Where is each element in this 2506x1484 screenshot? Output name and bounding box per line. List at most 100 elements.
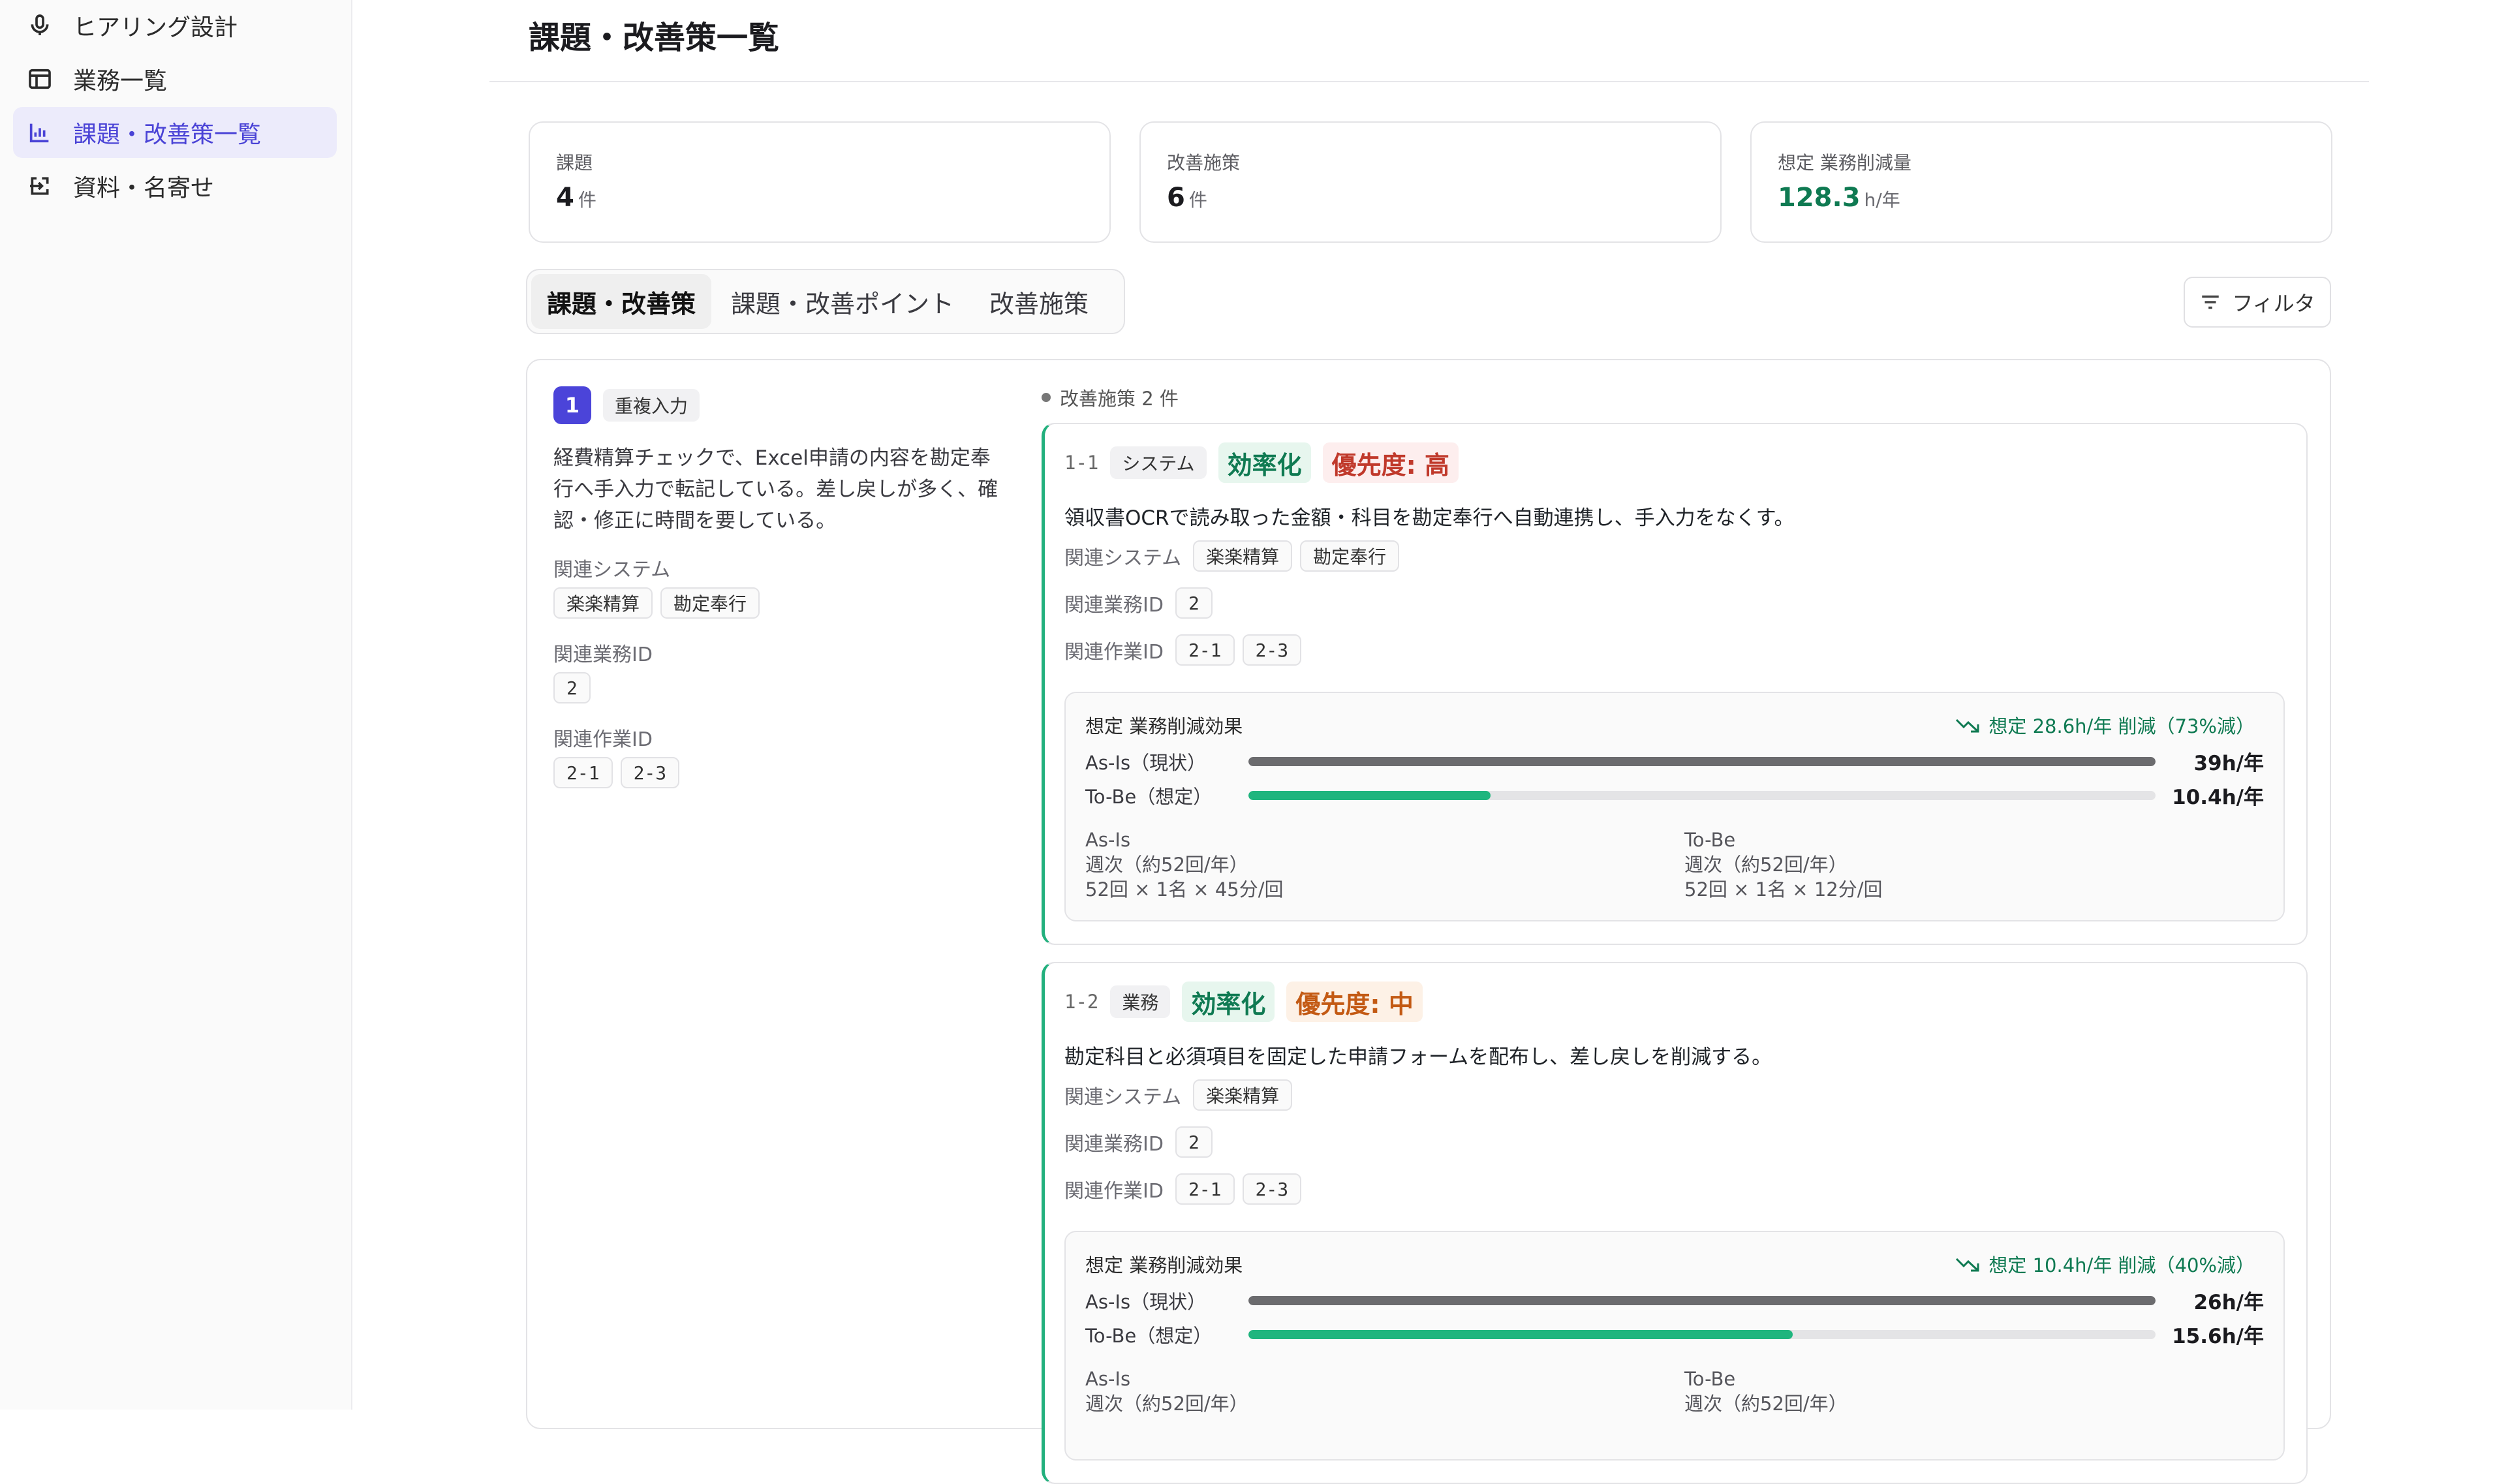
tobe-bar-label: To-Be（想定） xyxy=(1085,786,1213,808)
system-chip: 勘定奉行 xyxy=(660,587,760,619)
system-chip: 楽楽精算 xyxy=(553,587,653,619)
task-id-chip: 2-3 xyxy=(1242,1173,1302,1205)
issue-business-ids: 2 xyxy=(553,672,598,703)
issue-tag: 重複入力 xyxy=(603,389,700,422)
stat-label: 改善施策 xyxy=(1167,152,1241,174)
bar-chart-icon xyxy=(25,117,55,147)
asis-detail-title: As-Is xyxy=(1085,829,1131,851)
measure-business-ids-label: 関連業務ID xyxy=(1064,594,1164,617)
mic-icon xyxy=(25,10,55,40)
asis-bar-track xyxy=(1248,1296,2156,1305)
tab-measures[interactable]: 改善施策 xyxy=(974,274,1104,329)
tobe-detail-frequency: 週次（約52回/年） xyxy=(1684,854,1848,876)
asis-detail-frequency: 週次（約52回/年） xyxy=(1085,854,1248,876)
measures-count: 改善施策 2 件 xyxy=(1042,384,1179,411)
asis-detail: As-Is 週次（約52回/年） xyxy=(1085,1367,1248,1416)
asis-bar-label: As-Is（現状） xyxy=(1085,1291,1207,1313)
measure-systems-row: 関連システム 楽楽精算 xyxy=(1064,1079,1300,1111)
stat-unit: h/年 xyxy=(1864,189,1900,211)
measure-description: 領収書OCRで読み取った金額・科目を勘定奉行へ自動連携し、手入力をなくす。 xyxy=(1064,506,1795,530)
stat-label: 想定 業務削減量 xyxy=(1778,152,1911,174)
measure-task-ids-row: 関連作業ID 2-1 2-3 xyxy=(1064,634,1309,666)
sidebar-item-hearing[interactable]: ヒアリング設計 xyxy=(13,0,337,51)
asis-bar-track xyxy=(1248,757,2156,766)
table-icon xyxy=(25,64,55,94)
measure-type-tag: 業務 xyxy=(1110,985,1171,1018)
stat-label: 課題 xyxy=(556,152,593,174)
effect-summary: 想定 28.6h/年 削減（73%減） xyxy=(1955,711,2255,739)
effect-title: 想定 業務削減効果 xyxy=(1085,715,1243,737)
measure-card[interactable]: 1-1 システム 効率化 優先度: 高 領収書OCRで読み取った金額・科目を勘定… xyxy=(1042,423,2308,945)
measure-systems: 楽楽精算 勘定奉行 xyxy=(1193,540,1407,572)
stat-number: 128.3 xyxy=(1778,183,1861,213)
tab-issues-measures[interactable]: 課題・改善策 xyxy=(531,274,712,329)
sidebar-item-label: 業務一覧 xyxy=(73,68,168,95)
sidebar-item-business-list[interactable]: 業務一覧 xyxy=(13,54,337,104)
measure-card[interactable]: 1-2 業務 効率化 優先度: 中 勘定科目と必須項目を固定した申請フォームを配… xyxy=(1042,962,2308,1484)
trending-down-icon xyxy=(1956,1258,1979,1272)
sidebar-item-label: ヒアリング設計 xyxy=(73,14,238,41)
effect-title: 想定 業務削減効果 xyxy=(1085,1254,1243,1276)
stat-card-issues: 課題 4件 xyxy=(529,121,1111,243)
task-id-chip: 2-1 xyxy=(1175,1173,1235,1205)
reduction-effect-panel: 想定 業務削減効果 想定 28.6h/年 削減（73%減） As-Is（現状） … xyxy=(1064,692,2285,921)
measures-count-text: 改善施策 2 件 xyxy=(1060,388,1179,410)
issue-description: 経費精算チェックで、Excel申請の内容を勘定奉 行へ手入力で転記している。差し… xyxy=(553,442,1010,536)
issue-task-ids: 2-1 2-3 xyxy=(553,757,687,788)
measure-description: 勘定科目と必須項目を固定した申請フォームを配布し、差し戻しを削減する。 xyxy=(1064,1045,1772,1069)
asis-detail: As-Is 週次（約52回/年） 52回 × 1名 × 45分/回 xyxy=(1085,827,1284,902)
issue-card: 1 重複入力 経費精算チェックで、Excel申請の内容を勘定奉 行へ手入力で転記… xyxy=(526,359,2331,1484)
measure-systems-label: 関連システム xyxy=(1064,1086,1182,1109)
asis-bar-fill xyxy=(1248,757,2156,766)
view-tabs: 課題・改善策 課題・改善ポイント 改善施策 xyxy=(526,269,1125,334)
effect-summary-text: 想定 10.4h/年 削減（40%減） xyxy=(1988,1254,2255,1276)
measure-code: 1-1 xyxy=(1064,452,1099,474)
stat-value: 4件 xyxy=(556,183,596,213)
asis-detail-frequency: 週次（約52回/年） xyxy=(1085,1393,1248,1415)
asis-bar-value: 26h/年 xyxy=(2193,1291,2264,1314)
sidebar-item-documents[interactable]: 資料・名寄せ xyxy=(13,161,337,211)
asis-bar-value: 39h/年 xyxy=(2193,752,2264,775)
system-chip: 勘定奉行 xyxy=(1300,540,1400,572)
stat-number: 4 xyxy=(556,183,574,213)
stat-card-measures: 改善施策 6件 xyxy=(1139,121,1722,243)
issue-business-ids-label: 関連業務ID xyxy=(553,643,653,666)
measure-systems-row: 関連システム 楽楽精算 勘定奉行 xyxy=(1064,540,1407,572)
measure-task-ids-label: 関連作業ID xyxy=(1064,641,1164,664)
stat-value: 6件 xyxy=(1167,183,1207,213)
category-badge: 効率化 xyxy=(1218,442,1311,483)
sidebar: ヒアリング設計 業務一覧 課題・改善策一覧 資料・名寄せ xyxy=(0,0,352,1410)
tab-issue-points[interactable]: 課題・改善ポイント xyxy=(715,274,970,329)
stat-value: 128.3 h/年 xyxy=(1778,183,1900,213)
issue-number-badge: 1 xyxy=(553,386,591,424)
tobe-bar-track xyxy=(1248,791,2156,800)
sidebar-item-issues[interactable]: 課題・改善策一覧 xyxy=(13,107,337,158)
issue-systems-label: 関連システム xyxy=(553,559,671,581)
tobe-bar-value: 10.4h/年 xyxy=(2172,786,2264,809)
measure-code: 1-2 xyxy=(1064,991,1099,1013)
tobe-detail-frequency: 週次（約52回/年） xyxy=(1684,1393,1848,1415)
tobe-detail-title: To-Be xyxy=(1684,829,1736,851)
import-icon xyxy=(25,171,55,201)
stat-number: 6 xyxy=(1167,183,1185,213)
tobe-bar-label: To-Be（想定） xyxy=(1085,1325,1213,1347)
filter-label: フィルタ xyxy=(2232,291,2315,316)
asis-detail-calc: 52回 × 1名 × 45分/回 xyxy=(1085,878,1284,901)
issue-task-ids-label: 関連作業ID xyxy=(553,728,653,751)
measure-business-ids-row: 関連業務ID 2 xyxy=(1064,1126,1220,1158)
issue-description-line: 行へ手入力で転記している。差し戻しが多く、確 xyxy=(553,478,998,501)
measure-business-ids-row: 関連業務ID 2 xyxy=(1064,587,1220,619)
business-id-chip: 2 xyxy=(1175,1126,1213,1158)
issue-description-line: 認・修正に時間を要している。 xyxy=(553,509,837,533)
effect-summary-text: 想定 28.6h/年 削減（73%減） xyxy=(1988,715,2255,737)
header-divider xyxy=(489,81,2369,82)
filter-button[interactable]: フィルタ xyxy=(2184,277,2331,328)
measure-task-ids-label: 関連作業ID xyxy=(1064,1180,1164,1203)
trending-down-icon xyxy=(1956,719,1979,733)
effect-summary: 想定 10.4h/年 削減（40%減） xyxy=(1955,1250,2255,1278)
page-title: 課題・改善策一覧 xyxy=(529,20,780,56)
tobe-detail-title: To-Be xyxy=(1684,1368,1736,1390)
filter-icon xyxy=(2202,295,2220,309)
business-id-chip: 2 xyxy=(553,672,591,703)
tobe-detail-calc: 52回 × 1名 × 12分/回 xyxy=(1684,878,1883,901)
